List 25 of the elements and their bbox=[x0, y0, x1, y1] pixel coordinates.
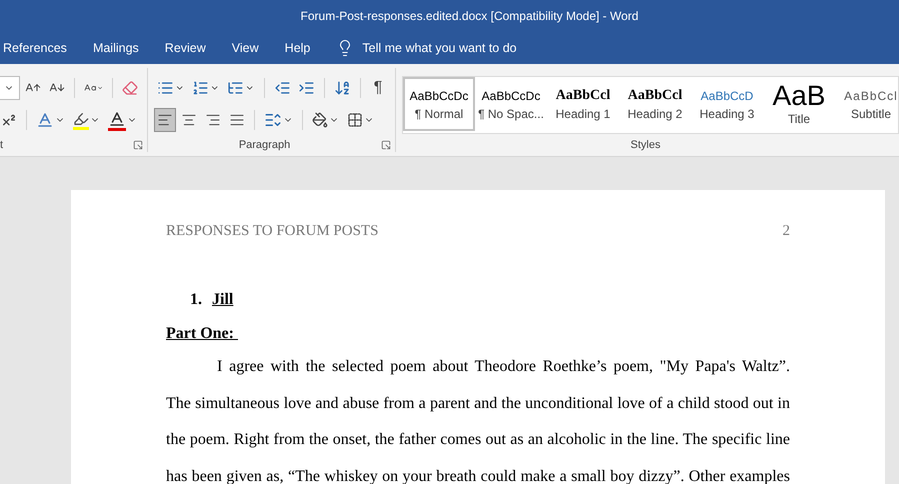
dialog-launcher-icon[interactable] bbox=[381, 140, 391, 150]
window-title: Forum-Post-responses.edited.docx [Compatibility Mode] - Word bbox=[300, 9, 638, 23]
align-lines-icon bbox=[229, 112, 245, 128]
ribbon-tab[interactable]: Review bbox=[164, 35, 206, 61]
show-marks-button[interactable]: ¶ bbox=[367, 76, 389, 100]
style-item[interactable]: AaBbCcDc ¶ Normal bbox=[403, 77, 475, 131]
align-button[interactable] bbox=[154, 108, 176, 132]
running-header: RESPONSES TO FORUM POSTS bbox=[166, 223, 378, 240]
list-item-text: Jill bbox=[212, 291, 234, 309]
body-paragraph: I agree with the selected poem about Theodore Roethke’s poem, "My Papa's Waltz”. The simultaneous love and abuse from a parent and the unconditional love of a child stood out in the poem. Right from the onset, the father comes out as an alcoholic in the line. The specific line has been given as, “The whiskey on your breath could make a small boy dizzy”. Other examples bbox=[166, 357, 790, 484]
section-heading: Part One: bbox=[166, 325, 235, 343]
dialog-launcher-icon[interactable] bbox=[133, 140, 143, 150]
ribbon-tab[interactable]: Help bbox=[284, 35, 310, 61]
ribbon-tab[interactable]: References bbox=[3, 35, 67, 61]
list-number: 1. bbox=[190, 291, 202, 309]
align-lines-icon bbox=[205, 112, 221, 128]
ribbon-tab[interactable]: View bbox=[232, 35, 259, 61]
group-label: Paragraph bbox=[238, 138, 290, 152]
align-lines-icon bbox=[157, 112, 173, 128]
tell-me-field[interactable]: Tell me what you want to do bbox=[362, 41, 562, 55]
group-label: Styles bbox=[630, 138, 660, 152]
align-lines-icon bbox=[181, 112, 197, 128]
ribbon-tab[interactable]: Mailings bbox=[92, 35, 139, 61]
group-label: t bbox=[0, 138, 4, 152]
page-number: 2 bbox=[782, 223, 790, 240]
